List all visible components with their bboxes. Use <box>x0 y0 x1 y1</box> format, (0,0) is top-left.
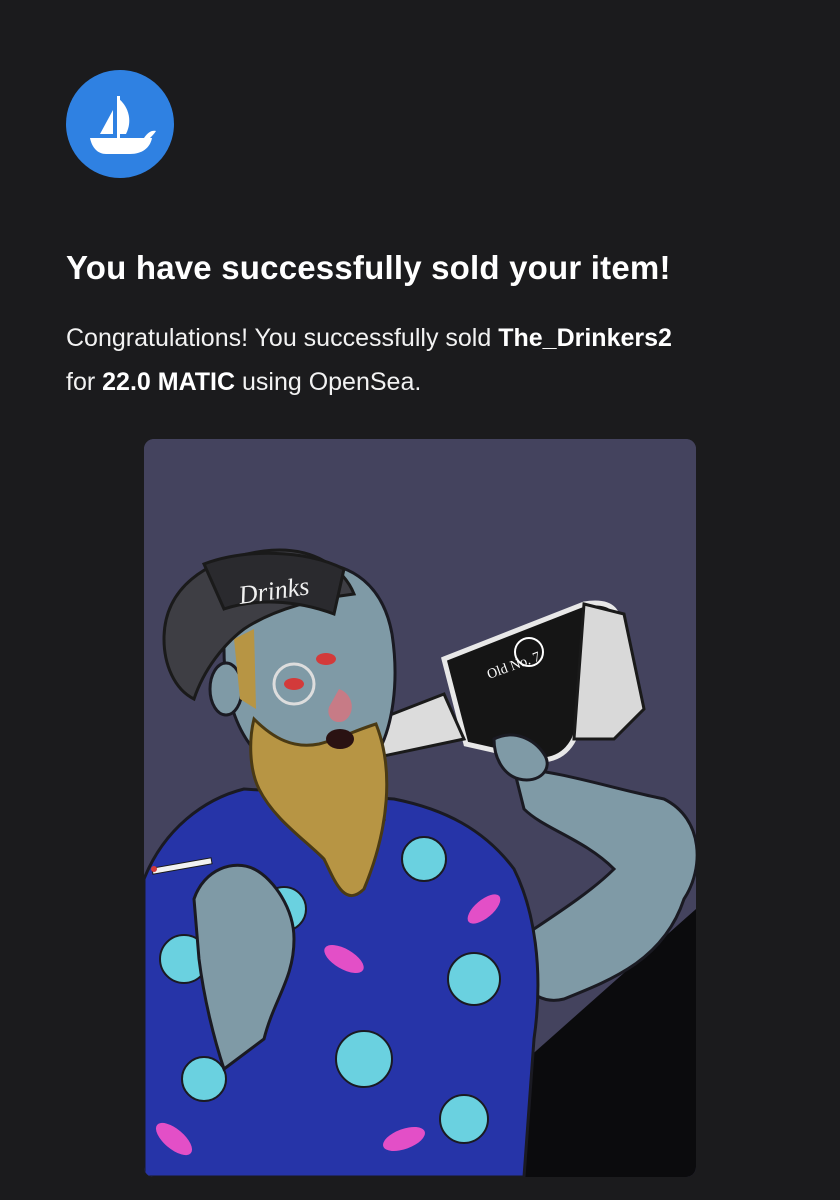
message-for: for <box>66 368 96 396</box>
message-intro: Congratulations! You successfully sold <box>66 324 492 352</box>
email-body: You have successfully sold your item! Co… <box>0 0 840 1200</box>
nft-image[interactable]: Old No. 7 Drinks <box>144 439 696 1177</box>
opensea-logo[interactable] <box>66 70 174 178</box>
sale-price: 22.0 MATIC <box>102 368 236 396</box>
sale-message: Congratulations! You successfully sold T… <box>66 316 786 404</box>
page-title: You have successfully sold your item! <box>66 249 671 286</box>
item-name: The_Drinkers2 <box>498 324 672 352</box>
opensea-ship-icon <box>90 96 156 154</box>
message-outro: using OpenSea. <box>242 368 422 396</box>
nft-artwork: Old No. 7 Drinks <box>144 439 696 1177</box>
